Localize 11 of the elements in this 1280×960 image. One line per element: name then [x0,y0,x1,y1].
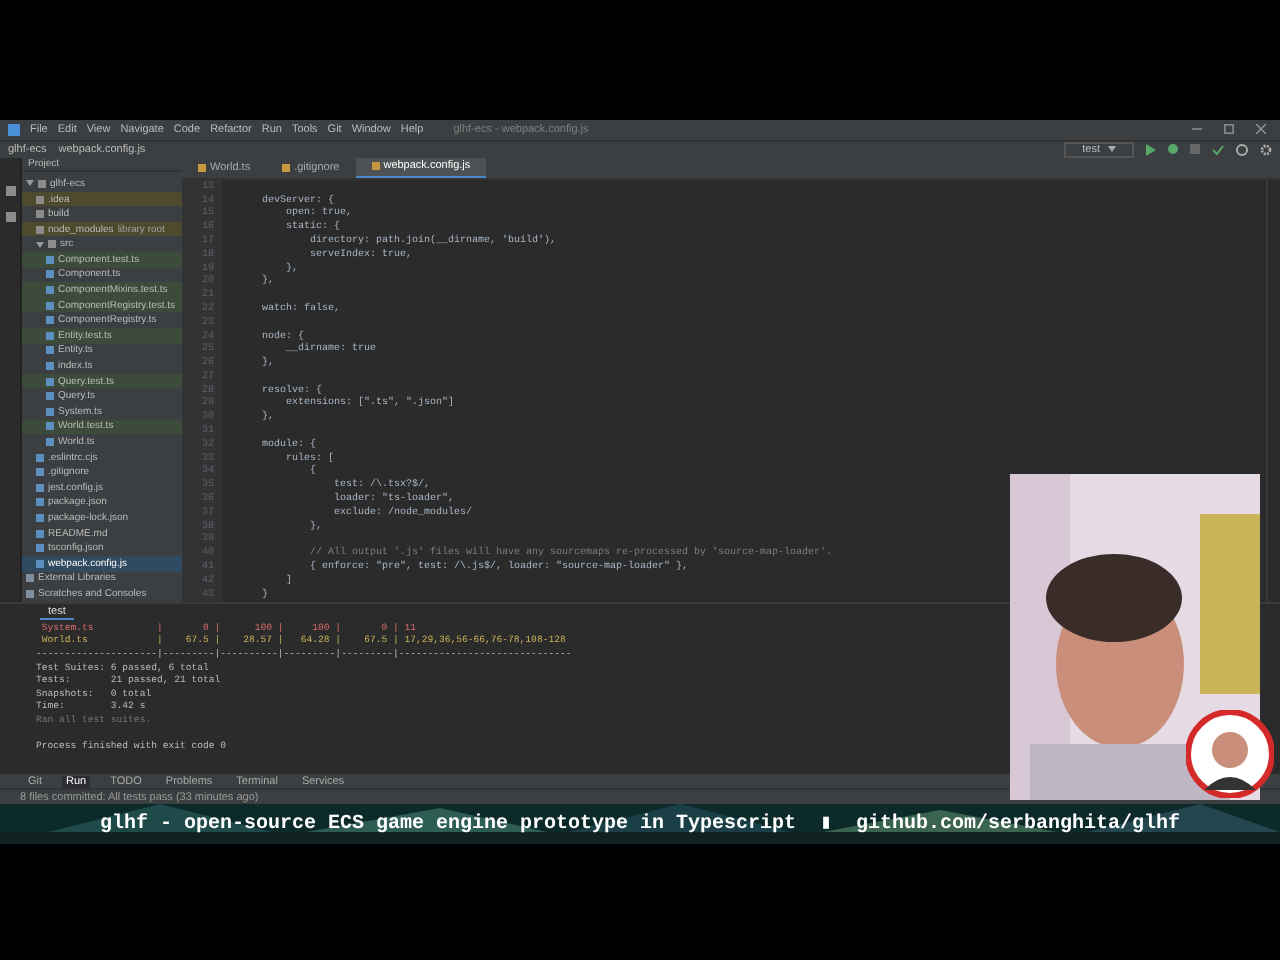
banner-text: ▮ [820,812,833,836]
maximize-icon[interactable] [1224,124,1234,135]
banner-text: github.com/serbanghita/glhf [856,813,1181,835]
debug-icon[interactable] [1168,144,1178,155]
app-logo-icon [8,123,20,136]
banner-text: glhf - open-source ECS game engine prototype in Typescript [99,813,796,835]
minimize-icon[interactable] [1192,124,1202,135]
checkmark-icon[interactable] [1212,143,1224,156]
settings-icon[interactable] [1260,143,1272,156]
close-icon[interactable] [1256,124,1266,135]
code-editor[interactable] [182,179,1280,602]
